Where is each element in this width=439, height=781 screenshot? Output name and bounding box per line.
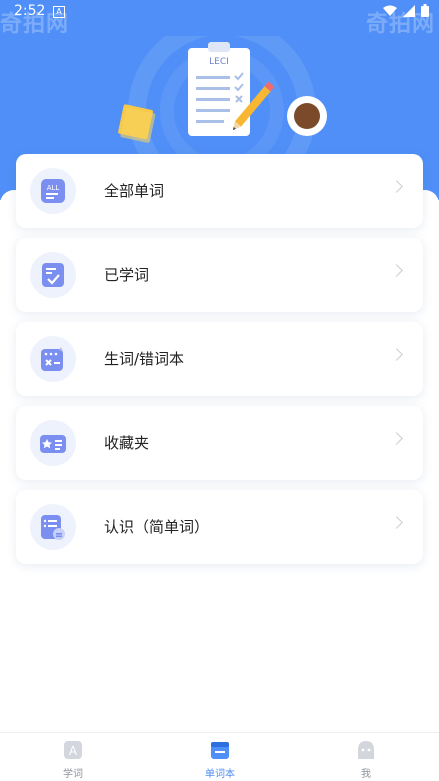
coffee-cup-icon: [287, 96, 327, 136]
tab-learn-label: 学词: [63, 769, 83, 780]
menu-label-known-words: 认识（简单词）: [104, 518, 210, 536]
chevron-right-icon: [390, 264, 403, 277]
menu-item-all-words[interactable]: ALL 全部单词: [16, 154, 423, 228]
wordbook-icon: [211, 742, 229, 759]
bottom-navigation: A 学词 单词本 我: [0, 732, 439, 781]
watermark-right: 奇拍网: [365, 12, 435, 37]
learn-icon: A: [64, 741, 82, 759]
chevron-right-icon: [390, 516, 403, 529]
all-words-icon: ALL: [30, 168, 76, 214]
menu-item-favorites[interactable]: 收藏夹: [16, 406, 423, 480]
watermark-left: 奇拍网: [0, 12, 70, 37]
menu-item-learned[interactable]: 已学词: [16, 238, 423, 312]
menu-item-known-words[interactable]: 认识（简单词）: [16, 490, 423, 564]
chevron-right-icon: [390, 432, 403, 445]
favorites-card-icon: [30, 420, 76, 466]
chevron-right-icon: [390, 180, 403, 193]
sticky-note-icon: [118, 104, 156, 143]
menu-label-favorites: 收藏夹: [104, 434, 150, 452]
learned-check-icon: [30, 252, 76, 298]
menu-label-learned: 已学词: [104, 266, 150, 284]
wrong-words-icon: [30, 336, 76, 382]
chevron-right-icon: [390, 348, 403, 361]
menu-item-wrong-words[interactable]: 生词/错词本: [16, 322, 423, 396]
menu-label-all-words: 全部单词: [104, 182, 165, 200]
menu-label-wrong-words: 生词/错词本: [104, 350, 185, 368]
tab-learn[interactable]: A 学词: [23, 733, 123, 781]
svg-text:A: A: [69, 744, 78, 758]
clipboard-text: LECI: [209, 57, 229, 67]
known-words-icon: [30, 504, 76, 550]
profile-icon: [358, 741, 374, 759]
hero-illustration: LECI: [118, 36, 327, 166]
svg-text:ALL: ALL: [47, 184, 60, 192]
tab-profile-label: 我: [361, 769, 371, 780]
tab-wordbook-label: 单词本: [205, 769, 235, 780]
tab-wordbook[interactable]: 单词本: [170, 733, 270, 781]
tab-profile[interactable]: 我: [316, 733, 416, 781]
